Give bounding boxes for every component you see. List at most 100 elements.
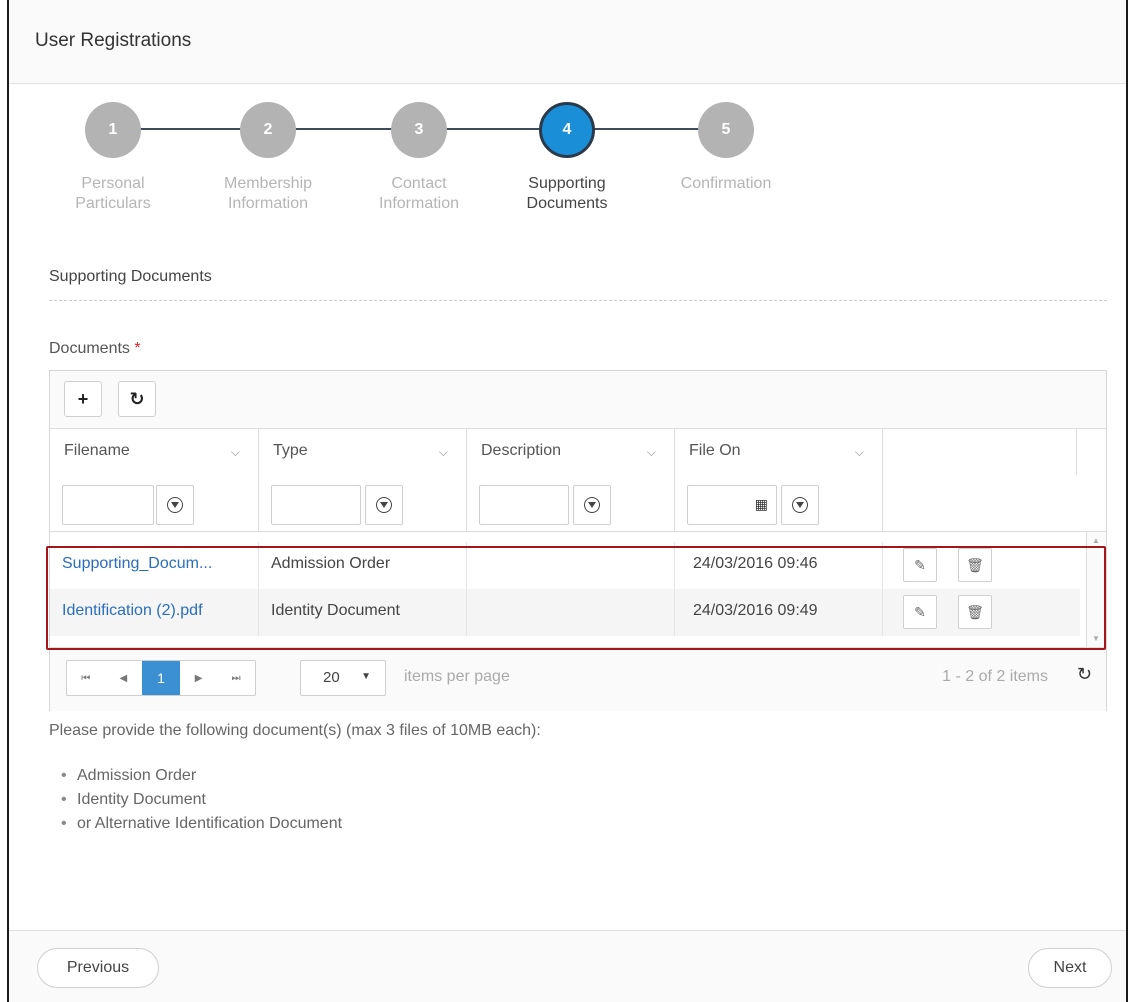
grid-scrollbar[interactable]: ▲ ▼ <box>1086 532 1106 647</box>
first-page-icon: ⏮ <box>81 672 91 684</box>
next-page-icon: ▶ <box>194 672 203 684</box>
grid-pager: ⏮ ◀ 1 ▶ ⏭ 20 ▼ items per page 1 - 2 of 2… <box>50 647 1106 711</box>
trash-icon: 🗑 <box>966 603 984 620</box>
window-title: User Registrations <box>35 30 192 51</box>
filter-icon <box>167 497 183 513</box>
column-header-type[interactable]: Type ⌵ <box>259 429 467 475</box>
step-4-label-line1: Supporting <box>528 175 606 192</box>
chevron-down-icon[interactable]: ⌵ <box>231 445 240 460</box>
column-header-actions <box>883 429 1077 475</box>
step-5-circle[interactable]: 5 <box>698 102 754 158</box>
file-on-filter-button[interactable] <box>781 485 819 525</box>
row-type: Identity Document <box>259 589 467 636</box>
step-1-number: 1 <box>108 121 118 138</box>
dropdown-arrow-icon: ▼ <box>361 671 371 682</box>
filter-cell-filename <box>50 475 259 532</box>
section-divider <box>49 300 1107 301</box>
required-marker: * <box>134 340 141 357</box>
prev-page-button[interactable]: ◀ <box>105 661 143 695</box>
registration-window: User Registrations 1 2 3 4 5 Personal Pa… <box>7 0 1128 1002</box>
step-4-label-line2: Documents <box>526 195 608 212</box>
last-page-button[interactable]: ⏭ <box>217 661 255 695</box>
previous-button[interactable]: Previous <box>37 948 159 988</box>
column-header-description-label: Description <box>481 442 562 459</box>
column-header-type-label: Type <box>273 442 308 459</box>
refresh-grid-button[interactable]: ↻ <box>118 381 156 417</box>
page-size-select[interactable]: 20 ▼ <box>300 660 386 696</box>
item-count-text: 1 - 2 of 2 items <box>942 668 1048 685</box>
step-5-number: 5 <box>721 121 731 138</box>
documents-label: Documents * <box>49 340 141 358</box>
step-4-circle[interactable]: 4 <box>539 102 595 158</box>
documents-label-text: Documents <box>49 340 130 357</box>
file-on-filter-input[interactable]: ▦ <box>687 485 777 525</box>
step-1-circle[interactable]: 1 <box>85 102 141 158</box>
step-2-label-line1: Membership <box>223 175 313 192</box>
row-description <box>467 542 675 589</box>
filename-filter-input[interactable] <box>62 485 154 525</box>
wizard-stepper: 1 2 3 4 5 Personal Particulars Membershi… <box>9 102 909 232</box>
trash-icon: 🗑 <box>966 556 984 573</box>
step-3-label: Contact Information <box>354 174 484 214</box>
upload-requirements-text: Please provide the following document(s)… <box>49 722 541 739</box>
grid-toolbar: + ↻ <box>50 371 1106 429</box>
refresh-icon: ↻ <box>129 388 145 409</box>
next-page-button[interactable]: ▶ <box>180 661 218 695</box>
column-header-filename-label: Filename <box>64 442 130 459</box>
column-header-description[interactable]: Description ⌵ <box>467 429 675 475</box>
table-row: Identification (2).pdf Identity Document… <box>50 589 1080 636</box>
filter-icon <box>376 497 392 513</box>
edit-row-button[interactable]: ✎ <box>903 548 937 582</box>
step-1-label: Personal Particulars <box>48 174 178 214</box>
column-header-filename[interactable]: Filename ⌵ <box>50 429 259 475</box>
filter-icon <box>792 497 808 513</box>
filter-cell-type <box>259 475 467 532</box>
calendar-icon[interactable]: ▦ <box>755 496 768 513</box>
row-file-on: 24/03/2016 09:49 <box>675 589 883 636</box>
edit-row-button[interactable]: ✎ <box>903 595 937 629</box>
table-row: Supporting_Docum... Admission Order 24/0… <box>50 542 1080 589</box>
step-3-label-line1: Contact <box>391 175 447 192</box>
items-per-page-label: items per page <box>404 668 510 685</box>
window-header: User Registrations <box>9 0 1126 84</box>
description-filter-input[interactable] <box>479 485 569 525</box>
step-4-label: Supporting Documents <box>502 174 632 214</box>
current-page-button[interactable]: 1 <box>142 661 180 695</box>
step-2-label: Membership Information <box>203 174 333 214</box>
scroll-up-icon[interactable]: ▲ <box>1092 536 1100 545</box>
delete-row-button[interactable]: 🗑 <box>958 548 992 582</box>
prev-page-icon: ◀ <box>119 672 128 684</box>
plus-icon: + <box>77 388 89 409</box>
first-page-button[interactable]: ⏮ <box>67 661 105 695</box>
next-button[interactable]: Next <box>1028 948 1112 988</box>
type-filter-button[interactable] <box>365 485 403 525</box>
window-footer: Previous Next <box>9 930 1126 1002</box>
step-5-label: Confirmation <box>661 174 791 194</box>
type-filter-input[interactable] <box>271 485 361 525</box>
edit-icon: ✎ <box>914 603 926 620</box>
row-filename-link[interactable]: Identification (2).pdf <box>50 589 259 636</box>
step-2-label-line2: Information <box>227 195 309 212</box>
description-filter-button[interactable] <box>573 485 611 525</box>
required-documents-list: Admission Order Identity Document or Alt… <box>61 764 342 836</box>
column-header-file-on[interactable]: File On ⌵ <box>675 429 883 475</box>
step-1-label-line2: Particulars <box>75 195 151 212</box>
row-filename-link[interactable]: Supporting_Docum... <box>50 542 259 589</box>
add-document-button[interactable]: + <box>64 381 102 417</box>
step-3-circle[interactable]: 3 <box>391 102 447 158</box>
row-type: Admission Order <box>259 542 467 589</box>
step-5-label-line1: Confirmation <box>680 175 772 192</box>
step-2-number: 2 <box>263 121 273 138</box>
documents-grid: + ↻ Filename ⌵ Type ⌵ Description ⌵ File… <box>49 370 1107 711</box>
filename-filter-button[interactable] <box>156 485 194 525</box>
scroll-down-icon[interactable]: ▼ <box>1092 634 1100 643</box>
chevron-down-icon[interactable]: ⌵ <box>647 445 656 460</box>
pager-refresh-icon[interactable]: ↻ <box>1077 664 1092 685</box>
step-2-circle[interactable]: 2 <box>240 102 296 158</box>
chevron-down-icon[interactable]: ⌵ <box>855 445 864 460</box>
chevron-down-icon[interactable]: ⌵ <box>439 445 448 460</box>
section-title: Supporting Documents <box>49 268 212 285</box>
delete-row-button[interactable]: 🗑 <box>958 595 992 629</box>
list-item: Admission Order <box>61 764 342 788</box>
row-file-on: 24/03/2016 09:46 <box>675 542 883 589</box>
